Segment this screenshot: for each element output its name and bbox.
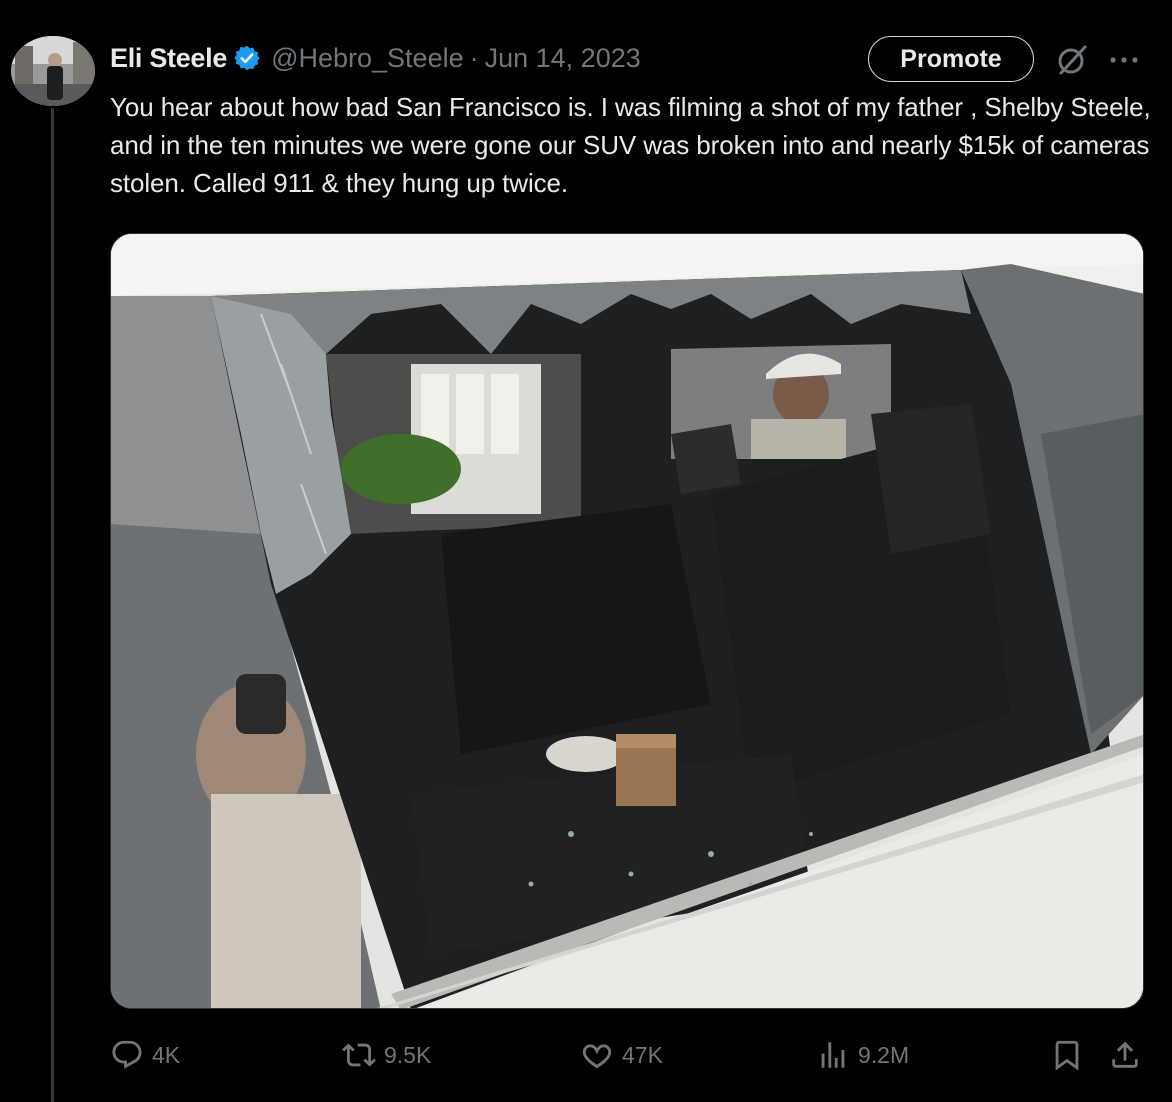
display-name[interactable]: Eli Steele [110, 43, 227, 74]
handle[interactable]: @Hebro_Steele [271, 43, 464, 74]
bookmark-button[interactable] [1050, 1032, 1092, 1078]
share-button[interactable] [1108, 1032, 1150, 1078]
like-count: 47K [622, 1041, 663, 1068]
tweet-text: You hear about how bad San Francisco is.… [110, 92, 1151, 198]
tweet-header: Eli Steele @Hebro_Steele · Jun 14, 2023 [110, 38, 641, 78]
view-count: 9.2M [858, 1041, 910, 1068]
avatar[interactable] [11, 36, 95, 106]
thread-line [51, 108, 54, 1102]
more-options-icon[interactable] [1106, 48, 1142, 72]
repost-count: 9.5K [384, 1041, 432, 1068]
repost-icon [342, 1043, 376, 1067]
reply-count: 4K [152, 1041, 181, 1068]
bookmark-icon [1055, 1040, 1079, 1071]
tweet-page: Eli Steele @Hebro_Steele · Jun 14, 2023 … [0, 0, 1172, 1102]
post-date[interactable]: Jun 14, 2023 [485, 43, 641, 74]
verified-badge-icon [233, 44, 261, 72]
heart-icon [582, 1044, 612, 1069]
like-button[interactable]: 47K [580, 1032, 663, 1078]
tweet-photo[interactable] [110, 233, 1144, 1009]
share-icon [1112, 1041, 1138, 1068]
analytics-icon [821, 1042, 845, 1068]
reply-button[interactable]: 4K [110, 1032, 180, 1078]
separator-dot: · [469, 42, 479, 73]
grok-icon[interactable] [1054, 42, 1090, 78]
promote-button[interactable]: Promote [868, 36, 1034, 82]
reply-icon [112, 1040, 142, 1069]
repost-button[interactable]: 9.5K [342, 1032, 431, 1078]
action-bar: 4K 9.5K 47K 9.2M [110, 1032, 1150, 1078]
views-button[interactable]: 9.2M [816, 1032, 909, 1078]
